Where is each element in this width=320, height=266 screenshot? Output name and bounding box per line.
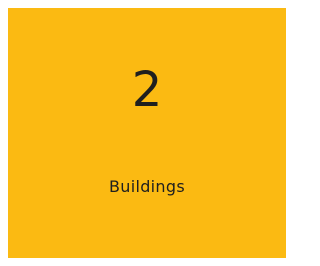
stat-label: Buildings xyxy=(109,177,185,196)
stat-value: 2 xyxy=(131,62,163,118)
stat-card-buildings: 2 Buildings xyxy=(8,8,286,258)
